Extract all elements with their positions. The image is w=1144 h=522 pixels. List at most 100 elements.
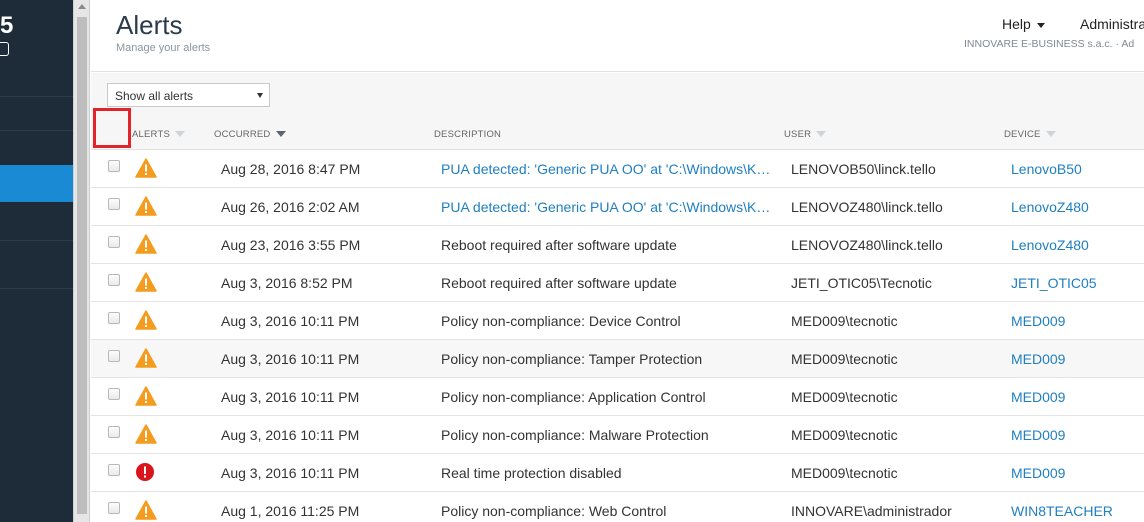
warning-icon bbox=[135, 424, 157, 444]
product-logo: 5 bbox=[0, 12, 14, 39]
page-subtitle: Manage your alerts bbox=[116, 42, 211, 54]
scroll-up-arrow-icon[interactable] bbox=[78, 4, 86, 9]
logo-mark-icon bbox=[0, 42, 9, 56]
page-header: Alerts Manage your alerts Help Administr… bbox=[91, 0, 1144, 72]
sort-caret-active-icon bbox=[275, 131, 286, 138]
warning-icon bbox=[135, 196, 157, 216]
admin-menu[interactable]: Administra bbox=[1080, 16, 1144, 32]
occurred-cell: Aug 3, 2016 10:11 PM bbox=[221, 465, 360, 481]
scrollbar-thumb[interactable] bbox=[77, 17, 87, 514]
row-checkbox[interactable] bbox=[108, 160, 120, 172]
description-cell[interactable]: PUA detected: 'Generic PUA OO' at 'C:\Wi… bbox=[441, 161, 771, 177]
occurred-cell: Aug 3, 2016 10:11 PM bbox=[221, 427, 360, 443]
nav-item-alerts-active[interactable] bbox=[0, 165, 73, 202]
device-link[interactable]: MED009 bbox=[1011, 427, 1065, 443]
table-row[interactable]: Aug 3, 2016 10:11 PM Policy non-complianc… bbox=[91, 416, 1144, 454]
row-checkbox[interactable] bbox=[108, 464, 120, 476]
nav-divider bbox=[0, 288, 73, 289]
occurred-cell: Aug 3, 2016 10:11 PM bbox=[221, 313, 360, 329]
occurred-cell: Aug 1, 2016 11:25 PM bbox=[221, 503, 360, 519]
row-checkbox[interactable] bbox=[108, 198, 120, 210]
device-link[interactable]: MED009 bbox=[1011, 313, 1065, 329]
sort-caret-icon bbox=[1045, 131, 1056, 138]
nav-divider bbox=[0, 240, 73, 241]
occurred-cell: Aug 3, 2016 10:11 PM bbox=[221, 351, 360, 367]
occurred-cell: Aug 28, 2016 8:47 PM bbox=[221, 161, 361, 177]
column-header-user[interactable]: USER bbox=[784, 129, 827, 140]
column-header-occurred[interactable]: OCCURRED bbox=[214, 129, 286, 140]
warning-icon bbox=[135, 234, 157, 254]
table-row[interactable]: Aug 3, 2016 10:11 PM Policy non-complianc… bbox=[91, 340, 1144, 378]
user-cell: MED009\tecnotic bbox=[791, 427, 898, 443]
table-row[interactable]: Aug 3, 2016 8:52 PM Reboot required after… bbox=[91, 264, 1144, 302]
alert-filter-select[interactable]: Show all alerts bbox=[107, 83, 270, 107]
row-checkbox[interactable] bbox=[108, 426, 120, 438]
user-cell: MED009\tecnotic bbox=[791, 351, 898, 367]
table-row[interactable]: Aug 28, 2016 8:47 PM PUA detected: 'Gener… bbox=[91, 150, 1144, 188]
occurred-cell: Aug 3, 2016 10:11 PM bbox=[221, 389, 360, 405]
main-content: Alerts Manage your alerts Help Administr… bbox=[91, 0, 1144, 522]
column-header-alerts[interactable]: ALERTS bbox=[132, 129, 185, 140]
nav-divider bbox=[0, 96, 73, 97]
warning-icon bbox=[135, 386, 157, 406]
alert-filter-value: Show all alerts bbox=[115, 89, 194, 103]
error-icon bbox=[135, 462, 157, 482]
user-cell: MED009\tecnotic bbox=[791, 389, 898, 405]
left-navigation: 5 bbox=[0, 0, 73, 522]
chevron-down-icon bbox=[1036, 22, 1045, 28]
occurred-cell: Aug 26, 2016 2:02 AM bbox=[221, 199, 360, 215]
row-checkbox[interactable] bbox=[108, 388, 120, 400]
user-cell: JETI_OTIC05\Tecnotic bbox=[791, 275, 932, 291]
user-cell: MED009\tecnotic bbox=[791, 465, 898, 481]
table-row[interactable]: Aug 3, 2016 10:11 PM Real time protection… bbox=[91, 454, 1144, 492]
filter-bar: Show all alerts bbox=[91, 73, 1144, 118]
row-checkbox[interactable] bbox=[108, 502, 120, 514]
description-cell[interactable]: PUA detected: 'Generic PUA OO' at 'C:\Wi… bbox=[441, 199, 771, 215]
description-cell: Real time protection disabled bbox=[441, 465, 622, 481]
device-link[interactable]: LenovoZ480 bbox=[1011, 199, 1089, 215]
description-cell: Reboot required after software update bbox=[441, 237, 677, 253]
table-row[interactable]: Aug 23, 2016 3:55 PM Reboot required afte… bbox=[91, 226, 1144, 264]
column-header-device[interactable]: DEVICE bbox=[1004, 129, 1056, 140]
organization-name: INNOVARE E-BUSINESS s.a.c. · Ad bbox=[964, 38, 1135, 50]
user-cell: LENOVOZ480\linck.tello bbox=[791, 199, 943, 215]
dropdown-arrow-icon bbox=[257, 93, 263, 98]
alerts-table-body: Aug 28, 2016 8:47 PM PUA detected: 'Gener… bbox=[91, 150, 1144, 522]
select-all-checkbox-highlight[interactable] bbox=[93, 108, 131, 148]
description-cell: Policy non-compliance: Device Control bbox=[441, 313, 681, 329]
description-cell: Policy non-compliance: Web Control bbox=[441, 503, 667, 519]
device-link[interactable]: MED009 bbox=[1011, 389, 1065, 405]
device-link[interactable]: MED009 bbox=[1011, 351, 1065, 367]
vertical-scrollbar[interactable] bbox=[73, 0, 90, 522]
table-header: ALERTS OCCURRED DESCRIPTION USER DEVICE bbox=[91, 118, 1144, 150]
occurred-cell: Aug 23, 2016 3:55 PM bbox=[221, 237, 361, 253]
warning-icon bbox=[135, 348, 157, 368]
row-checkbox[interactable] bbox=[108, 312, 120, 324]
row-checkbox[interactable] bbox=[108, 236, 120, 248]
warning-icon bbox=[135, 310, 157, 330]
table-row[interactable]: Aug 26, 2016 2:02 AM PUA detected: 'Gener… bbox=[91, 188, 1144, 226]
row-checkbox[interactable] bbox=[108, 350, 120, 362]
user-cell: MED009\tecnotic bbox=[791, 313, 898, 329]
device-link[interactable]: LenovoZ480 bbox=[1011, 237, 1089, 253]
nav-divider bbox=[0, 130, 73, 131]
occurred-cell: Aug 3, 2016 8:52 PM bbox=[221, 275, 353, 291]
device-link[interactable]: JETI_OTIC05 bbox=[1011, 275, 1097, 291]
description-cell: Policy non-compliance: Malware Protectio… bbox=[441, 427, 709, 443]
device-link[interactable]: LenovoB50 bbox=[1011, 161, 1082, 177]
description-cell: Policy non-compliance: Tamper Protection bbox=[441, 351, 703, 367]
description-cell: Reboot required after software update bbox=[441, 275, 677, 291]
user-cell: LENOVOZ480\linck.tello bbox=[791, 237, 943, 253]
row-checkbox[interactable] bbox=[108, 274, 120, 286]
table-row[interactable]: Aug 1, 2016 11:25 PM Policy non-complianc… bbox=[91, 492, 1144, 522]
warning-icon bbox=[135, 158, 157, 178]
device-link[interactable]: WIN8TEACHER bbox=[1011, 503, 1113, 519]
column-header-description: DESCRIPTION bbox=[434, 129, 502, 140]
warning-icon bbox=[135, 500, 157, 520]
table-row[interactable]: Aug 3, 2016 10:11 PM Policy non-complianc… bbox=[91, 302, 1144, 340]
help-menu[interactable]: Help bbox=[1002, 16, 1045, 32]
user-cell: LENOVOB50\linck.tello bbox=[791, 161, 936, 177]
device-link[interactable]: MED009 bbox=[1011, 465, 1065, 481]
table-row[interactable]: Aug 3, 2016 10:11 PM Policy non-complianc… bbox=[91, 378, 1144, 416]
description-cell: Policy non-compliance: Application Contr… bbox=[441, 389, 706, 405]
